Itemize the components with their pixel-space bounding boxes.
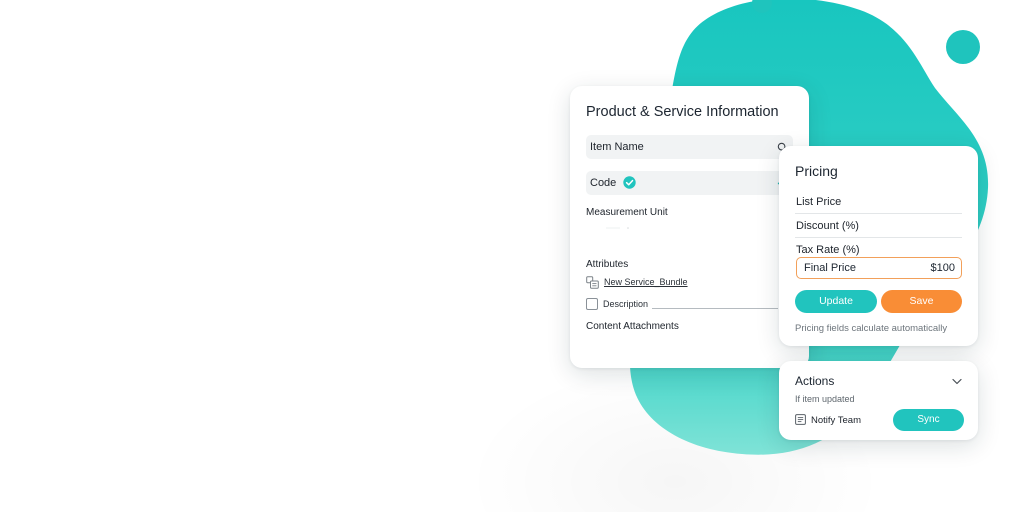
attributes-label: Attributes — [586, 259, 629, 270]
code-label: Code — [590, 177, 617, 189]
final-price-field[interactable]: Final Price $100 — [796, 257, 962, 279]
measurement-unit-field[interactable] — [586, 226, 666, 230]
bundle-icon — [586, 276, 599, 289]
actions-title: Actions — [795, 374, 835, 388]
description-label: Description — [603, 299, 649, 309]
content-attachments-label: Content Attachments — [586, 321, 679, 332]
checkbox-icon[interactable] — [586, 298, 598, 310]
pricing-note: Pricing fields calculate automatically — [795, 323, 948, 334]
list-price-label: List Price — [796, 196, 842, 208]
item-name-field[interactable]: Item Name — [586, 135, 793, 159]
actions-card: Actions If item updated Notify Team Sync — [779, 361, 978, 440]
tax-rate-label: Tax Rate (%) — [796, 244, 860, 256]
check-circle-icon — [623, 176, 636, 189]
pricing-title: Pricing — [795, 163, 838, 179]
bundle-link[interactable]: New Service_Bundle — [604, 277, 688, 287]
final-price-value: $100 — [930, 262, 955, 274]
product-service-card: Product & Service Information Item Name … — [570, 86, 809, 368]
update-button[interactable]: Update — [795, 290, 877, 313]
final-price-label: Final Price — [804, 262, 856, 274]
discount-label: Discount (%) — [796, 220, 859, 232]
measurement-unit-label: Measurement Unit — [586, 207, 668, 218]
description-input-line[interactable] — [652, 308, 778, 309]
list-price-field[interactable]: List Price — [795, 192, 962, 214]
blob-dot — [946, 30, 980, 64]
chevron-down-icon[interactable] — [952, 378, 962, 385]
item-name-label: Item Name — [590, 141, 644, 153]
notify-team-label: Notify Team — [811, 415, 861, 426]
description-row[interactable]: Description — [586, 297, 793, 313]
save-button[interactable]: Save — [881, 290, 962, 313]
code-field[interactable]: Code — [586, 171, 793, 195]
pricing-card: Pricing List Price Discount (%) Tax Rate… — [779, 146, 978, 346]
note-icon — [795, 414, 806, 425]
actions-subtitle: If item updated — [795, 394, 855, 404]
discount-field[interactable]: Discount (%) — [795, 216, 962, 238]
product-card-title: Product & Service Information — [586, 104, 779, 120]
sync-button[interactable]: Sync — [893, 409, 964, 431]
